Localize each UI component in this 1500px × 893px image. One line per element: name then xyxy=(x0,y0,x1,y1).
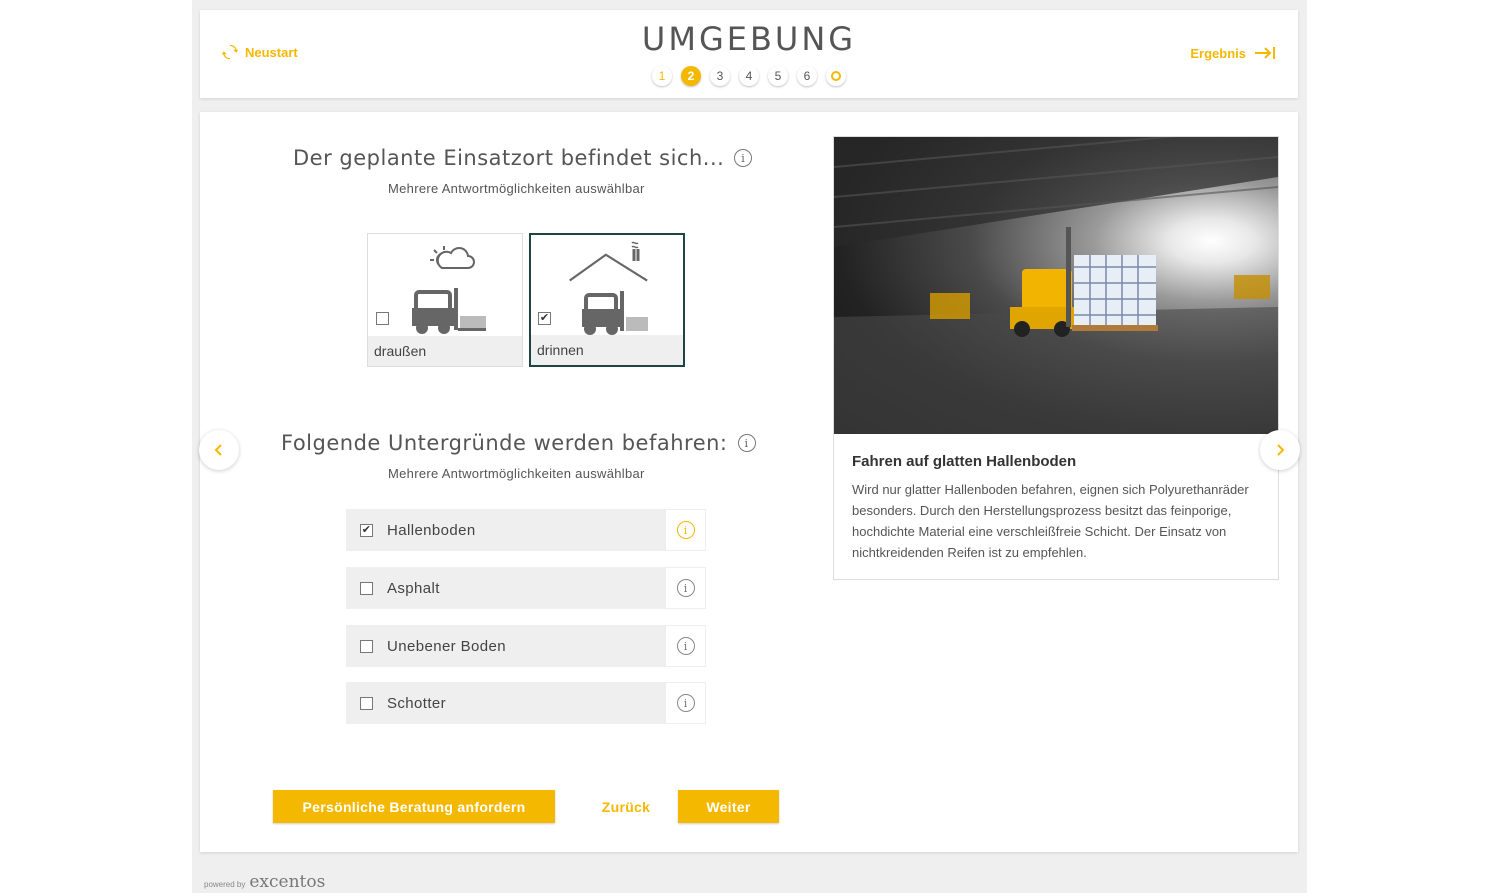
outdoor-forklift-icon xyxy=(412,246,486,334)
checkbox-schotter[interactable] xyxy=(360,696,373,710)
option-label-indoor: drinnen xyxy=(531,335,683,365)
option-body[interactable]: Asphalt xyxy=(346,567,665,609)
question2-title: Folgende Untergründe werden befahren: i xyxy=(281,431,756,455)
checkbox-indoor[interactable]: ✔ xyxy=(538,312,551,325)
option-label: Hallenboden xyxy=(387,521,476,539)
info-icon: i xyxy=(676,521,695,539)
page-title: UMGEBUNG xyxy=(641,20,857,58)
info-icon[interactable]: i xyxy=(734,149,753,167)
step-indicator: 1 2 3 4 5 6 xyxy=(200,66,1298,86)
step-5[interactable]: 5 xyxy=(768,66,788,86)
info-icon: i xyxy=(676,694,695,712)
checkbox-unebener-boden[interactable] xyxy=(360,639,373,653)
option-label: Asphalt xyxy=(387,579,440,597)
header-card: Neustart UMGEBUNG 1 2 3 4 5 6 Ergebnis xyxy=(200,10,1298,98)
result-label: Ergebnis xyxy=(1190,45,1246,61)
option-schotter[interactable]: Schotter i xyxy=(346,682,706,724)
option-label-outdoor: draußen xyxy=(368,336,522,366)
info-panel-title: Fahren auf glatten Hallenboden xyxy=(852,453,1077,470)
step-3[interactable]: 3 xyxy=(710,66,730,86)
previous-arrow-button[interactable] xyxy=(199,430,239,470)
back-button[interactable]: Zurück xyxy=(580,790,672,823)
option-body[interactable]: Schotter xyxy=(346,682,665,724)
info-icon[interactable]: i xyxy=(737,434,756,452)
powered-by: powered by excentos xyxy=(204,872,325,892)
step-6[interactable]: 6 xyxy=(797,66,817,86)
question1-title: Der geplante Einsatzort befindet sich...… xyxy=(293,146,753,170)
next-button[interactable]: Weiter xyxy=(678,790,779,823)
checkbox-outdoor[interactable] xyxy=(376,312,389,325)
result-button[interactable]: Ergebnis xyxy=(1190,45,1276,61)
info-button-schotter[interactable]: i xyxy=(665,682,706,724)
info-icon: i xyxy=(676,637,695,655)
main-card: Der geplante Einsatzort befindet sich...… xyxy=(199,112,1300,852)
step-4[interactable]: 4 xyxy=(739,66,759,86)
consultation-button[interactable]: Persönliche Beratung anfordern xyxy=(273,790,555,823)
brand-logo[interactable]: excentos xyxy=(249,872,325,892)
option-tile-outdoor[interactable]: draußen xyxy=(367,233,523,367)
option-unebener-boden[interactable]: Unebener Boden i xyxy=(346,625,706,667)
checkbox-asphalt[interactable] xyxy=(360,581,373,595)
arrow-to-end-icon xyxy=(1255,47,1275,59)
check-icon: ✔ xyxy=(539,312,550,324)
info-icon: i xyxy=(676,579,695,597)
next-arrow-button[interactable] xyxy=(1260,430,1300,470)
chevron-right-icon xyxy=(1277,444,1285,456)
indoor-forklift-icon xyxy=(569,241,648,335)
powered-by-label: powered by xyxy=(204,880,246,889)
option-body[interactable]: Unebener Boden xyxy=(346,625,665,667)
info-panel: Fahren auf glatten Hallenboden Wird nur … xyxy=(833,136,1279,580)
option-asphalt[interactable]: Asphalt i xyxy=(346,567,706,609)
info-button-asphalt[interactable]: i xyxy=(665,567,706,609)
question1-title-text: Der geplante Einsatzort befindet sich... xyxy=(293,146,725,170)
step-1[interactable]: 1 xyxy=(652,66,672,86)
chevron-left-icon xyxy=(214,444,222,456)
warehouse-scene-icon xyxy=(834,137,1278,434)
option-label: Schotter xyxy=(387,694,447,712)
info-button-hallenboden[interactable]: i xyxy=(665,509,706,551)
question2-hint: Mehrere Antwortmöglichkeiten auswählbar xyxy=(388,466,645,481)
option-label: Unebener Boden xyxy=(387,637,507,655)
forklift-photo xyxy=(834,137,1278,434)
check-icon: ✔ xyxy=(361,523,372,536)
question2-title-text: Folgende Untergründe werden befahren: xyxy=(281,431,728,455)
info-button-unebener-boden[interactable]: i xyxy=(665,625,706,667)
option-hallenboden[interactable]: ✔ Hallenboden i xyxy=(346,509,706,551)
option-tile-indoor[interactable]: ✔ drinnen xyxy=(529,233,685,367)
checkbox-hallenboden[interactable]: ✔ xyxy=(360,523,373,537)
question1-hint: Mehrere Antwortmöglichkeiten auswählbar xyxy=(388,181,645,196)
info-panel-text: Wird nur glatter Hallenboden befahren, e… xyxy=(852,482,1249,560)
step-result[interactable] xyxy=(826,66,846,86)
step-2[interactable]: 2 xyxy=(681,66,701,86)
result-ring-icon xyxy=(831,71,841,81)
option-body[interactable]: ✔ Hallenboden xyxy=(346,509,665,551)
